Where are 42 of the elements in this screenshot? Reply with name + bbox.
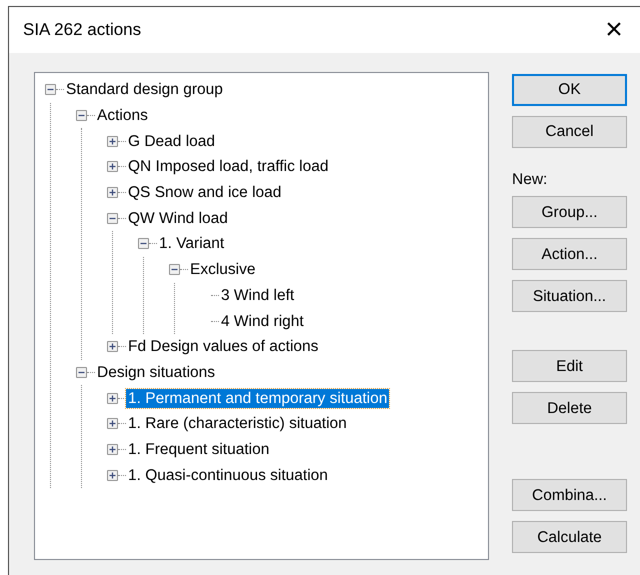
dialog-button[interactable]: OK [512, 74, 627, 106]
expand-icon[interactable] [107, 341, 118, 352]
collapse-icon[interactable] [45, 84, 56, 96]
tree-item[interactable]: QW Wind load [126, 208, 230, 228]
tree-item[interactable]: Fd Design values of actions [126, 337, 320, 356]
tree-item[interactable]: Exclusive [188, 260, 258, 280]
expand-icon[interactable] [107, 161, 118, 172]
dialog-button[interactable]: Edit [512, 350, 627, 382]
expand-icon[interactable] [107, 187, 118, 198]
section-label: New: [512, 170, 548, 190]
tree-item[interactable]: QS Snow and ice load [126, 183, 284, 202]
tree-item[interactable]: Standard design group [64, 80, 225, 100]
collapse-icon[interactable] [138, 238, 149, 250]
expand-icon[interactable] [107, 470, 118, 481]
expand-icon[interactable] [107, 136, 118, 147]
collapse-icon[interactable] [107, 212, 118, 224]
dialog-button[interactable]: Combina... [512, 479, 627, 512]
close-button[interactable]: × [599, 15, 629, 45]
tree-item[interactable]: G Dead load [126, 132, 218, 151]
tree-item[interactable]: 3 Wind left [219, 286, 296, 305]
tree-item[interactable]: 1. Frequent situation [126, 440, 272, 459]
collapse-icon[interactable] [76, 366, 87, 378]
dialog-button[interactable]: Delete [512, 392, 627, 424]
dialog-button[interactable]: Group... [512, 196, 627, 228]
tree-item[interactable]: 1. Quasi-continuous situation [126, 466, 330, 485]
dialog-button[interactable]: Calculate [512, 521, 627, 554]
tree-item[interactable]: Actions [95, 106, 150, 126]
tree-item[interactable]: 1. Variant [157, 234, 226, 254]
tree-item[interactable]: QN Imposed load, traffic load [126, 157, 330, 176]
tree-item[interactable]: 1. Rare (characteristic) situation [126, 414, 349, 434]
collapse-icon[interactable] [76, 110, 87, 122]
tree-item[interactable]: Design situations [95, 362, 218, 382]
tree-item[interactable]: 1. Permanent and temporary situation [126, 388, 390, 408]
expand-icon[interactable] [107, 444, 118, 455]
expand-icon[interactable] [107, 392, 118, 404]
dialog-button[interactable]: Situation... [512, 280, 627, 312]
dialog-button[interactable]: Cancel [512, 116, 627, 148]
dialog-button[interactable]: Action... [512, 238, 627, 270]
tree-item[interactable]: 4 Wind right [219, 312, 306, 331]
collapse-icon[interactable] [169, 264, 180, 276]
window-title: SIA 262 actions [23, 19, 142, 42]
expand-icon[interactable] [107, 418, 118, 430]
